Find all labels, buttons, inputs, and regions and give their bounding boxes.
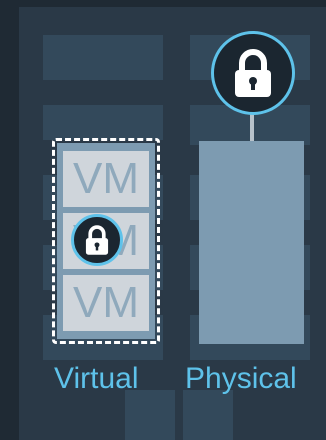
vm-box: VM xyxy=(63,275,149,331)
background-tile xyxy=(43,105,163,140)
background-strip xyxy=(0,0,19,440)
background-tile xyxy=(125,390,175,440)
background-tile xyxy=(183,390,233,440)
virtual-label: Virtual xyxy=(54,362,139,395)
diagram-canvas: VM VM VM Virtual Physical xyxy=(0,0,326,440)
background-tile xyxy=(43,35,163,80)
vm-box: VM xyxy=(63,151,149,207)
physical-server xyxy=(199,141,304,344)
background-strip xyxy=(0,0,326,7)
physical-label: Physical xyxy=(185,362,297,395)
padlock-icon xyxy=(71,214,123,266)
padlock-icon xyxy=(211,31,295,115)
